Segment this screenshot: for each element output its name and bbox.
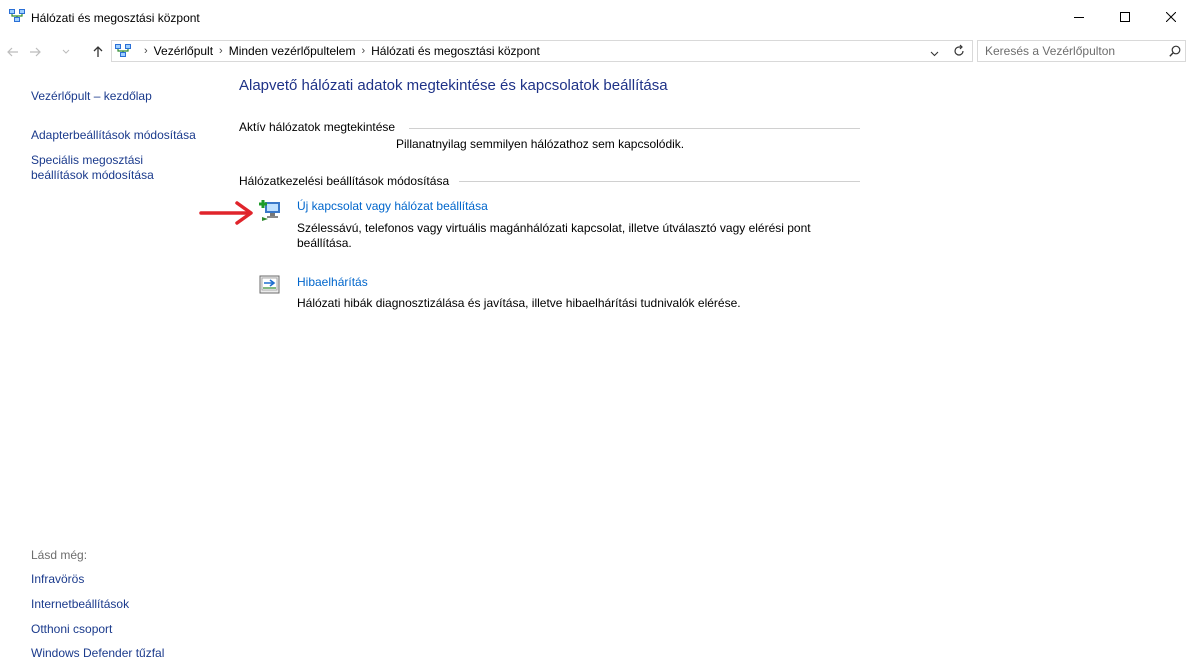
sidebar-item-advanced-sharing[interactable]: Speciális megosztási beállítások módosít… xyxy=(31,153,154,183)
network-center-icon xyxy=(9,9,25,26)
close-button[interactable] xyxy=(1148,0,1190,34)
page-title: Alapvető hálózati adatok megtekintése és… xyxy=(239,77,668,94)
see-also-internet-options[interactable]: Internetbeállítások xyxy=(31,597,129,611)
forward-arrow-icon[interactable] xyxy=(28,44,42,60)
address-dropdown-icon[interactable] xyxy=(930,46,939,60)
up-arrow-icon[interactable] xyxy=(92,44,104,60)
breadcrumb-control-panel[interactable]: Vezérlőpult xyxy=(154,44,213,58)
back-arrow-icon[interactable] xyxy=(6,44,20,60)
chevron-right-icon[interactable]: › xyxy=(144,45,148,57)
recent-locations-chevron-icon[interactable] xyxy=(60,44,72,60)
refresh-icon[interactable] xyxy=(952,44,966,61)
chevron-right-icon[interactable]: › xyxy=(219,45,223,57)
title-bar: Hálózati és megosztási központ xyxy=(0,0,1190,34)
breadcrumb: › Vezérlőpult › Minden vezérlőpultelem ›… xyxy=(138,44,540,58)
search-box[interactable] xyxy=(977,40,1186,62)
breadcrumb-network-center[interactable]: Hálózati és megosztási központ xyxy=(371,44,540,58)
see-also-infrared[interactable]: Infravörös xyxy=(31,572,84,586)
address-bar[interactable]: › Vezérlőpult › Minden vezérlőpultelem ›… xyxy=(111,40,973,62)
section-divider xyxy=(459,181,860,182)
see-also-heading: Lásd még: xyxy=(31,548,88,562)
sidebar-item-label: Speciális megosztási xyxy=(31,153,144,167)
control-panel-icon xyxy=(115,44,131,61)
section-divider xyxy=(409,128,860,129)
see-also-firewall[interactable]: Windows Defender tűzfal xyxy=(31,646,164,660)
new-connection-link[interactable]: Új kapcsolat vagy hálózat beállítása xyxy=(297,199,488,213)
annotation-arrow-icon xyxy=(199,200,257,229)
new-connection-description: Szélessávú, telefonos vagy virtuális mag… xyxy=(297,221,811,250)
maximize-button[interactable] xyxy=(1102,0,1148,34)
troubleshoot-icon[interactable] xyxy=(259,275,281,298)
sidebar-item-home[interactable]: Vezérlőpult – kezdőlap xyxy=(31,89,152,104)
active-networks-heading: Aktív hálózatok megtekintése xyxy=(239,120,396,134)
chevron-right-icon[interactable]: › xyxy=(361,45,365,57)
search-input[interactable] xyxy=(978,41,1165,61)
change-settings-heading: Hálózatkezelési beállítások módosítása xyxy=(239,174,450,188)
see-also-homegroup[interactable]: Otthoni csoport xyxy=(31,622,112,636)
no-connection-message: Pillanatnyilag semmilyen hálózathoz sem … xyxy=(396,137,685,151)
sidebar-item-label: beállítások módosítása xyxy=(31,168,154,182)
troubleshoot-link[interactable]: Hibaelhárítás xyxy=(297,275,368,289)
new-connection-icon[interactable] xyxy=(258,198,284,225)
minimize-button[interactable] xyxy=(1056,0,1102,34)
troubleshoot-description: Hálózati hibák diagnosztizálása és javít… xyxy=(297,296,741,310)
window-title: Hálózati és megosztási központ xyxy=(31,11,200,25)
search-icon[interactable] xyxy=(1169,45,1181,60)
sidebar-item-adapter-settings[interactable]: Adapterbeállítások módosítása xyxy=(31,128,196,143)
breadcrumb-all-items[interactable]: Minden vezérlőpultelem xyxy=(229,44,356,58)
